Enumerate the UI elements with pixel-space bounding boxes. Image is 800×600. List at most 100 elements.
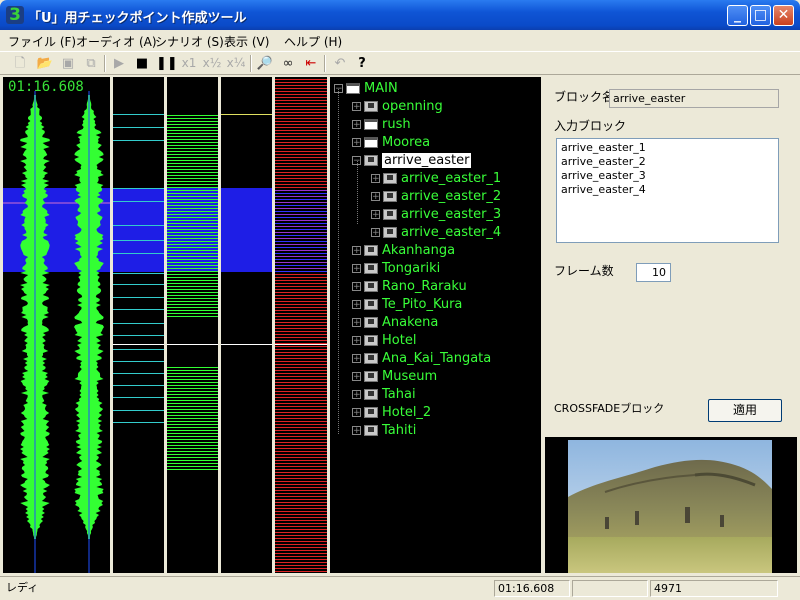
undo-icon[interactable]: ↶ — [330, 54, 350, 73]
tree-child-node[interactable]: + arrive_easter_3 — [371, 206, 501, 224]
input-block-item[interactable]: arrive_easter_2 — [561, 155, 774, 169]
expand-icon[interactable]: + — [352, 282, 361, 292]
expand-icon[interactable]: + — [352, 336, 361, 346]
block-name-field[interactable]: arrive_easter — [609, 89, 779, 108]
speed-quarter-icon[interactable]: x¼ — [225, 54, 247, 73]
tree-node[interactable]: − arrive_easter — [352, 152, 472, 170]
save-icon[interactable]: ▣ — [58, 54, 78, 73]
tree-node-label: Te_Pito_Kura — [382, 297, 463, 312]
scenario-tree[interactable]: − MAIN + openning + rush + Moorea − arrive_easter… — [330, 77, 541, 573]
status-count: 4971 — [650, 580, 778, 597]
expand-icon[interactable]: + — [352, 300, 361, 310]
drive-node-icon — [364, 389, 378, 400]
expand-icon[interactable]: + — [352, 390, 361, 400]
menu-file[interactable]: ファイル (F) — [8, 33, 76, 50]
tree-node-label: Rano_Raraku — [382, 279, 467, 294]
expand-icon[interactable]: + — [352, 120, 361, 130]
tree-node[interactable]: + openning — [352, 98, 443, 116]
binoculars-icon[interactable]: ∞ — [278, 54, 298, 73]
menu-audio[interactable]: オーディオ (A) — [76, 33, 157, 50]
save-all-icon[interactable]: ⧉ — [81, 54, 101, 73]
tree-node[interactable]: + Te_Pito_Kura — [352, 296, 462, 314]
pause-icon[interactable]: ❚❚ — [156, 54, 178, 73]
play-icon[interactable]: ▶ — [109, 54, 129, 73]
window-node-icon — [364, 119, 378, 130]
menu-help[interactable]: ヘルプ (H) — [284, 33, 342, 50]
menu-view[interactable]: 表示 (V) — [224, 33, 269, 50]
title-bar[interactable]: 3 「U」用チェックポイント作成ツール _ □ ✕ — [0, 0, 800, 30]
stop-icon[interactable]: ■ — [132, 54, 152, 73]
status-time: 01:16.608 — [494, 580, 570, 597]
drive-node-icon — [364, 371, 378, 382]
expand-icon[interactable]: + — [371, 174, 380, 184]
properties-panel: ブロック名 arrive_easter 入力ブロック arrive_easter… — [545, 77, 797, 435]
block-markers — [221, 114, 272, 345]
drive-node-icon — [364, 245, 378, 256]
new-file-icon[interactable]: 🗋 — [10, 54, 30, 73]
tree-child-node[interactable]: + arrive_easter_4 — [371, 224, 501, 242]
tree-node-label: Ana_Kai_Tangata — [382, 351, 492, 366]
tree-node[interactable]: + Hotel — [352, 332, 416, 350]
tree-root[interactable]: − MAIN — [334, 80, 398, 98]
help-icon[interactable]: ? — [352, 54, 372, 73]
open-folder-icon[interactable]: 📂 — [35, 54, 55, 73]
drive-node-icon — [364, 155, 378, 166]
timeline-strip-cyan[interactable] — [113, 77, 164, 573]
speed-half-icon[interactable]: x½ — [201, 54, 223, 73]
search-icon[interactable]: 🔎 — [255, 54, 275, 73]
expand-icon[interactable]: + — [371, 228, 380, 238]
tree-node[interactable]: + Hotel_2 — [352, 404, 431, 422]
expand-icon[interactable]: + — [352, 138, 361, 148]
time-display: 01:16.608 — [8, 79, 84, 95]
waveform-panel[interactable]: 01:16.608 — [3, 77, 110, 573]
tree-node[interactable]: + Rano_Raraku — [352, 278, 467, 296]
marker-icon[interactable]: ⇤ — [301, 54, 321, 73]
close-button[interactable]: ✕ — [773, 5, 794, 26]
tree-node[interactable]: + Ana_Kai_Tangata — [352, 350, 491, 368]
tree-node[interactable]: + Anakena — [352, 314, 438, 332]
expand-icon[interactable]: + — [371, 192, 380, 202]
expand-icon[interactable]: + — [352, 426, 361, 436]
input-blocks-label: 入力ブロック — [554, 119, 627, 133]
expand-icon[interactable]: + — [352, 264, 361, 274]
window-title: 「U」用チェックポイント作成ツール — [28, 11, 247, 26]
expand-icon[interactable]: + — [352, 246, 361, 256]
tree-node[interactable]: + Museum — [352, 368, 437, 386]
speed-x1-icon[interactable]: x1 — [178, 54, 200, 73]
tree-node[interactable]: + Tongariki — [352, 260, 440, 278]
minimize-button[interactable]: _ — [727, 5, 748, 26]
input-block-item[interactable]: arrive_easter_3 — [561, 169, 774, 183]
crossfade-label: CROSSFADEブロック — [554, 402, 665, 415]
expand-icon[interactable]: + — [352, 318, 361, 328]
maximize-button[interactable]: □ — [750, 5, 771, 26]
menu-scenario[interactable]: シナリオ (S) — [155, 33, 224, 50]
status-cell — [572, 580, 648, 597]
tree-node[interactable]: + Akanhanga — [352, 242, 455, 260]
tree-child-node[interactable]: + arrive_easter_2 — [371, 188, 501, 206]
drive-node-icon — [364, 407, 378, 418]
tree-node[interactable]: + Tahiti — [352, 422, 416, 440]
apply-button[interactable]: 適用 — [708, 399, 782, 422]
expand-icon[interactable]: + — [352, 354, 361, 364]
timeline-strip-blue[interactable] — [221, 77, 272, 573]
tree-node-label: Akanhanga — [382, 243, 456, 258]
tree-node[interactable]: + Moorea — [352, 134, 430, 152]
input-block-item[interactable]: arrive_easter_1 — [561, 141, 774, 155]
tree-child-node[interactable]: + arrive_easter_1 — [371, 170, 501, 188]
expand-icon[interactable]: + — [371, 210, 380, 220]
timeline-strip-red[interactable] — [275, 77, 327, 573]
app-icon: 3 — [6, 6, 24, 24]
drive-node-icon — [364, 317, 378, 328]
tree-node[interactable]: + Tahai — [352, 386, 416, 404]
expand-icon[interactable]: + — [352, 408, 361, 418]
window-node-icon — [346, 83, 360, 94]
timeline-strip-green[interactable] — [167, 77, 218, 573]
input-block-item[interactable]: arrive_easter_4 — [561, 183, 774, 197]
red-markers — [275, 79, 327, 572]
input-blocks-list[interactable]: arrive_easter_1 arrive_easter_2 arrive_eas… — [556, 138, 779, 243]
expand-icon[interactable]: + — [352, 102, 361, 112]
expand-icon[interactable]: + — [352, 372, 361, 382]
tree-node[interactable]: + rush — [352, 116, 411, 134]
frames-input[interactable]: 10 — [636, 263, 671, 282]
green-markers — [167, 115, 218, 470]
